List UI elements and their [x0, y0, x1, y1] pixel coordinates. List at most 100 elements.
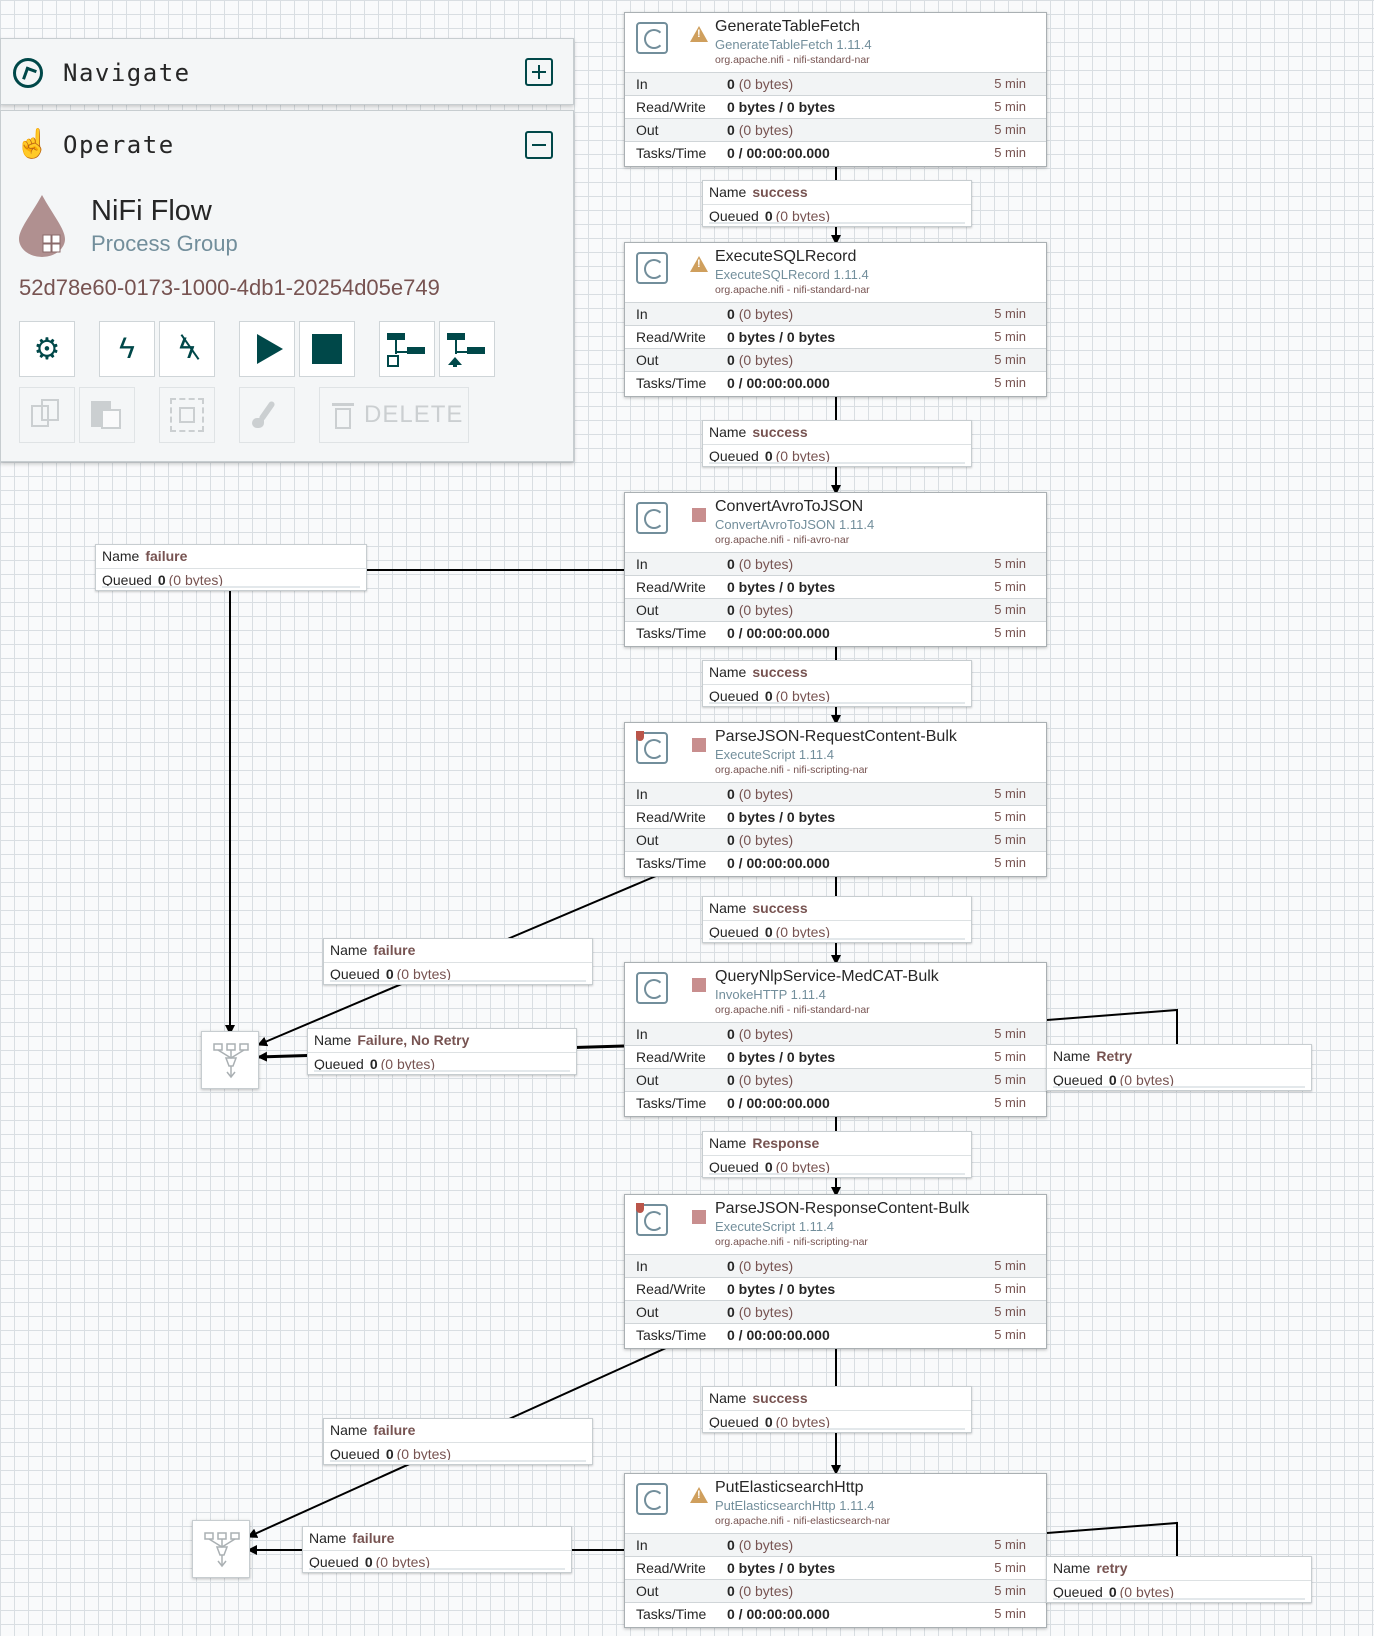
- connection-success[interactable]: Name success Queued 0 (0 bytes): [702, 660, 972, 707]
- conn-name-label: Name: [309, 1530, 347, 1546]
- funnel[interactable]: [192, 1520, 250, 1578]
- collapse-icon[interactable]: [525, 131, 553, 159]
- stat-tasks: Tasks/Time 0 / 00:00:00.000 5 min: [625, 1323, 1046, 1346]
- conn-name-label: Name: [102, 548, 140, 564]
- processor-name: ConvertAvroToJSON: [715, 498, 864, 515]
- start-button[interactable]: [239, 321, 295, 377]
- processor-icon: [636, 502, 668, 534]
- upload-template-button[interactable]: [439, 321, 495, 377]
- stop-icon: [312, 334, 342, 364]
- conn-name-label: Name: [1053, 1048, 1091, 1064]
- color-button[interactable]: [239, 387, 295, 443]
- connection-success[interactable]: Name success Queued 0 (0 bytes): [702, 180, 972, 227]
- expand-icon[interactable]: [525, 58, 553, 86]
- create-template-button[interactable]: [379, 321, 435, 377]
- queue-bar: [314, 1070, 570, 1072]
- stat-label: Out: [636, 352, 659, 368]
- processor-name: ExecuteSQLRecord: [715, 248, 857, 265]
- stat-readwrite: Read/Write 0 bytes / 0 bytes 5 min: [625, 1277, 1046, 1300]
- stat-window: 5 min: [994, 1560, 1026, 1575]
- stat-tasks: Tasks/Time 0 / 00:00:00.000 5 min: [625, 1602, 1046, 1625]
- stat-window: 5 min: [994, 1281, 1026, 1296]
- connection-failure[interactable]: Name failure Queued 0 (0 bytes): [323, 938, 593, 985]
- stat-label: Read/Write: [636, 809, 706, 825]
- processor-putelasticsearchhttp[interactable]: PutElasticsearchHttp PutElasticsearchHtt…: [624, 1473, 1047, 1628]
- connection-retry[interactable]: Name Retry Queued 0 (0 bytes): [1046, 1044, 1312, 1091]
- processor-parsejson-response[interactable]: ParseJSON-ResponseContent-Bulk ExecuteSc…: [624, 1194, 1047, 1349]
- stat-size: (0 bytes): [738, 352, 794, 368]
- compass-icon: [13, 58, 43, 88]
- stat-label: Read/Write: [636, 579, 706, 595]
- play-icon: [257, 334, 283, 364]
- stat-label: Out: [636, 1304, 659, 1320]
- connection-failure[interactable]: Name failure Queued 0 (0 bytes): [323, 1418, 593, 1465]
- connection-retry[interactable]: Name retry Queued 0 (0 bytes): [1046, 1556, 1312, 1603]
- stat-window: 5 min: [994, 1606, 1026, 1621]
- conn-name-label: Name: [709, 424, 747, 440]
- group-id: 52d78e60-0173-1000-4db1-20254d05e749: [19, 275, 440, 300]
- stat-label: Tasks/Time: [636, 855, 707, 871]
- stopped-icon: [692, 978, 706, 992]
- stat-label: Read/Write: [636, 99, 706, 115]
- stat-value: 0: [727, 1258, 735, 1274]
- funnel[interactable]: [201, 1031, 259, 1089]
- stat-window: 5 min: [994, 1026, 1026, 1041]
- processor-type: ConvertAvroToJSON 1.11.4: [715, 517, 875, 532]
- navigate-panel: Navigate: [0, 38, 574, 105]
- funnel-icon: [203, 1531, 241, 1574]
- processor-generatetablefetch[interactable]: GenerateTableFetch GenerateTableFetch 1.…: [624, 12, 1047, 167]
- connection-success[interactable]: Name success Queued 0 (0 bytes): [702, 420, 972, 467]
- group-button[interactable]: [159, 387, 215, 443]
- delete-button[interactable]: DELETE: [319, 387, 469, 443]
- connection-success[interactable]: Name success Queued 0 (0 bytes): [702, 896, 972, 943]
- stat-value: 0 bytes / 0 bytes: [727, 579, 836, 595]
- stat-readwrite: Read/Write 0 bytes / 0 bytes 5 min: [625, 325, 1046, 348]
- stat-readwrite: Read/Write 0 bytes / 0 bytes 5 min: [625, 1556, 1046, 1579]
- conn-name: success: [752, 1390, 808, 1406]
- connection-failure-no-retry[interactable]: Name Failure, No Retry Queued 0 (0 bytes): [307, 1028, 577, 1075]
- stat-in: In 0 (0 bytes) 5 min: [625, 72, 1046, 95]
- processor-convertavrotojson[interactable]: ConvertAvroToJSON ConvertAvroToJSON 1.11…: [624, 492, 1047, 647]
- processor-icon: [636, 972, 668, 1004]
- stat-window: 5 min: [994, 352, 1026, 367]
- processor-parsejson-request[interactable]: ParseJSON-RequestContent-Bulk ExecuteScr…: [624, 722, 1047, 877]
- connection-response[interactable]: Name Response Queued 0 (0 bytes): [702, 1131, 972, 1178]
- processor-icon: [636, 252, 668, 284]
- stat-value: 0: [727, 352, 735, 368]
- stat-size: (0 bytes): [738, 832, 794, 848]
- conn-name-label: Name: [709, 900, 747, 916]
- stat-window: 5 min: [994, 1327, 1026, 1342]
- stat-label: Out: [636, 832, 659, 848]
- conn-name: Failure, No Retry: [357, 1032, 470, 1048]
- queue-bar: [709, 462, 965, 464]
- processor-executesqlrecord[interactable]: ExecuteSQLRecord ExecuteSQLRecord 1.11.4…: [624, 242, 1047, 397]
- conn-name: success: [752, 184, 808, 200]
- configure-button[interactable]: ⚙: [19, 321, 75, 377]
- process-group-drop-icon: [19, 195, 65, 257]
- gear-icon: ⚙: [33, 332, 61, 366]
- paste-button[interactable]: [79, 387, 135, 443]
- conn-name: success: [752, 424, 808, 440]
- stat-value: 0: [727, 786, 735, 802]
- disable-button[interactable]: ϟ: [159, 321, 215, 377]
- stop-button[interactable]: [299, 321, 355, 377]
- copy-button[interactable]: [19, 387, 75, 443]
- stat-tasks: Tasks/Time 0 / 00:00:00.000 5 min: [625, 371, 1046, 394]
- processor-bundle: org.apache.nifi - nifi-avro-nar: [715, 534, 850, 546]
- stat-size: (0 bytes): [738, 122, 794, 138]
- connection-success[interactable]: Name success Queued 0 (0 bytes): [702, 1386, 972, 1433]
- processor-type: GenerateTableFetch 1.11.4: [715, 37, 872, 52]
- conn-name-label: Name: [314, 1032, 352, 1048]
- enable-button[interactable]: ϟ: [99, 321, 155, 377]
- processor-name: QueryNlpService-MedCAT-Bulk: [715, 968, 939, 985]
- connection-failure[interactable]: Name failure Queued 0 (0 bytes): [95, 544, 367, 591]
- wire-retry-loop-2: [1046, 1521, 1178, 1560]
- stat-window: 5 min: [994, 625, 1026, 640]
- stopped-icon: [692, 508, 706, 522]
- stat-window: 5 min: [994, 76, 1026, 91]
- connection-failure[interactable]: Name failure Queued 0 (0 bytes): [302, 1526, 572, 1573]
- stat-label: In: [636, 1026, 648, 1042]
- processor-querynlpservice[interactable]: QueryNlpService-MedCAT-Bulk InvokeHTTP 1…: [624, 962, 1047, 1117]
- stat-value: 0: [727, 1304, 735, 1320]
- stat-window: 5 min: [994, 855, 1026, 870]
